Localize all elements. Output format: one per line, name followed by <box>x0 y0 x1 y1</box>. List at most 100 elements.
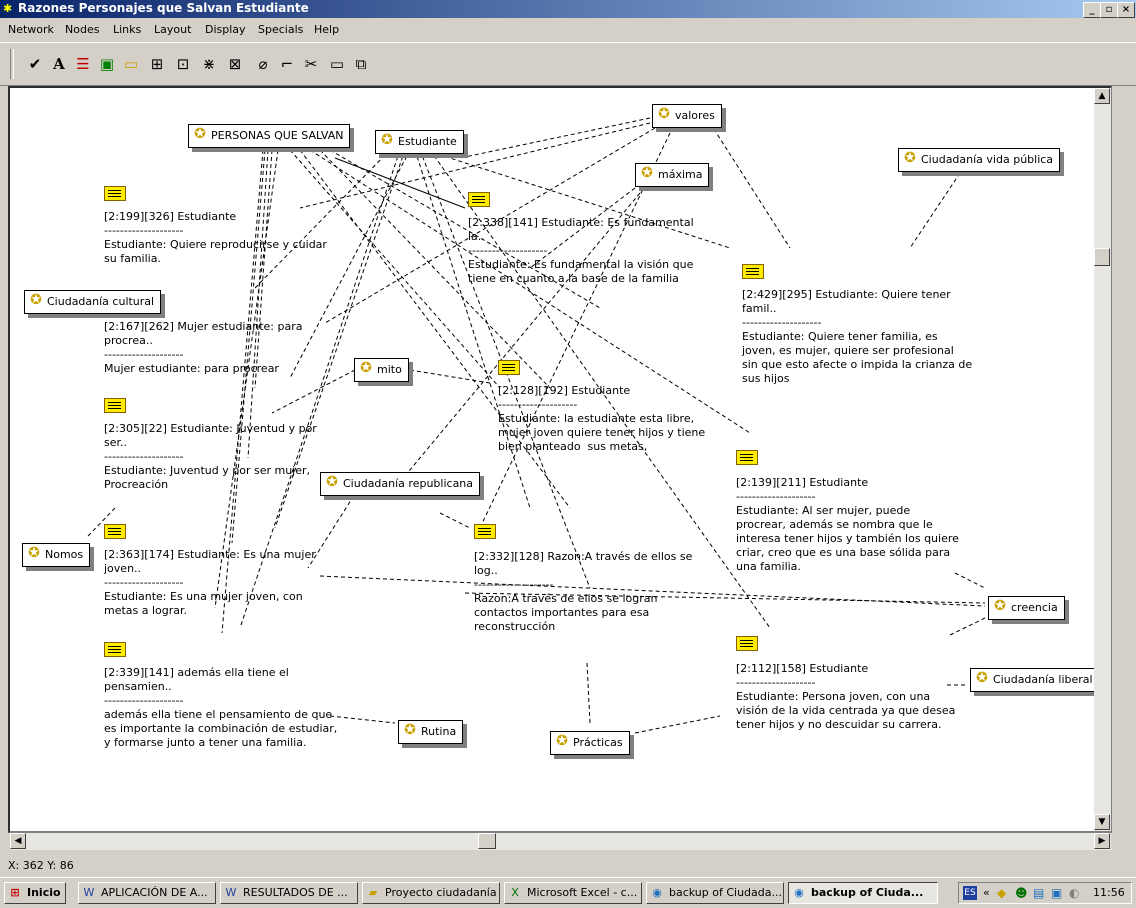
code-creencia[interactable]: ✪ creencia <box>988 596 1065 620</box>
maximize-button[interactable]: ▫ <box>1100 2 1118 18</box>
tray-app-icon[interactable]: ◆ <box>997 886 1006 900</box>
node-display-icon[interactable]: ▣ <box>96 53 118 75</box>
code-icon: ✪ <box>194 126 206 142</box>
memo-2-199[interactable]: [2:199][326] Estudiante ----------------… <box>104 210 327 266</box>
code-ciudadania-cultural[interactable]: ✪ Ciudadanía cultural <box>24 290 162 314</box>
minimize-button[interactable]: _ <box>1083 2 1101 18</box>
memo-2-363[interactable]: [2:363][174] Estudiante: Es una mujer jo… <box>104 548 316 618</box>
memo-2-332[interactable]: [2:332][128] Razon:A través de ellos se … <box>474 550 692 634</box>
code-icon: ✪ <box>556 733 568 749</box>
memo-2-339[interactable]: [2:339][141] además ella tiene el pensam… <box>104 666 337 750</box>
atlasti-icon: ◉ <box>794 886 804 899</box>
start-button[interactable]: ⊞ Inicio <box>4 882 66 904</box>
windows-logo-icon: ⊞ <box>10 886 20 899</box>
code-practicas[interactable]: ✪ Prácticas <box>550 731 630 755</box>
memo-2-128[interactable]: [2:128][192] Estudiante ----------------… <box>498 384 705 454</box>
memo-icon[interactable] <box>104 524 126 539</box>
color-bars-icon[interactable]: ☰ <box>72 53 94 75</box>
memo-icon[interactable] <box>104 398 126 413</box>
check-icon[interactable]: ✔ <box>24 53 46 75</box>
code-icon: ✪ <box>994 598 1006 614</box>
title-bar[interactable]: ✱ Razones Personajes que Salvan Estudian… <box>0 0 1136 18</box>
task-resultados[interactable]: W RESULTADOS DE ... <box>220 882 358 904</box>
menu-nodes[interactable]: Nodes <box>65 23 99 36</box>
memo-2-429[interactable]: [2:429][295] Estudiante: Quiere tener fa… <box>742 288 972 386</box>
text-icon[interactable]: A <box>48 53 70 75</box>
menu-help[interactable]: Help <box>314 23 339 36</box>
system-tray: ES « ◆ ☻ ▤ ▣ ◐ 11:56 <box>958 882 1132 904</box>
task-backup-1[interactable]: ◉ backup of Ciudada... <box>646 882 784 904</box>
memo-icon[interactable] <box>498 360 520 375</box>
scroll-down-icon[interactable]: ▼ <box>1094 814 1110 830</box>
memo-icon[interactable] <box>742 264 764 279</box>
task-backup-2[interactable]: ◉ backup of Ciuda... <box>788 882 938 904</box>
memo-2-112[interactable]: [2:112][158] Estudiante ----------------… <box>736 662 955 732</box>
menu-links[interactable]: Links <box>113 23 141 36</box>
code-ciudadania-liberal[interactable]: ✪ Ciudadanía liberal <box>970 668 1100 692</box>
menu-specials[interactable]: Specials <box>258 23 303 36</box>
layout-cluster-icon[interactable]: ⊠ <box>224 53 246 75</box>
tray-network-icon[interactable]: ▤ <box>1033 886 1044 900</box>
tray-expand-icon[interactable]: « <box>983 886 990 899</box>
status-bar: X: 362 Y: 86 <box>0 857 1136 875</box>
code-ciudadania-republicana[interactable]: ✪ Ciudadanía republicana <box>320 472 481 496</box>
code-ciudadania-vida-publica[interactable]: ✪ Ciudadanía vida pública <box>898 148 1061 172</box>
memo-icon[interactable] <box>736 636 758 651</box>
network-canvas[interactable]: ✪ PERSONAS QUE SALVAN ✪ Estudiante ✪ valore… <box>8 86 1112 833</box>
cursor-coordinates: X: 362 Y: 86 <box>8 859 74 872</box>
network-icon: ✱ <box>3 2 13 15</box>
horizontal-scroll-thumb[interactable] <box>478 833 496 849</box>
menu-network[interactable]: Network <box>8 23 54 36</box>
code-rutina[interactable]: ✪ Rutina <box>398 720 464 744</box>
link-connector-icon[interactable]: ⌐ <box>276 53 298 75</box>
word-icon: W <box>83 886 95 899</box>
memo-2-305[interactable]: [2:305][22] Estudiante: Juventud y por s… <box>104 422 317 492</box>
code-icon: ✪ <box>360 360 372 376</box>
window-title: Razones Personajes que Salvan Estudiante <box>18 1 309 15</box>
horizontal-scrollbar[interactable]: ◀ ▶ <box>10 833 1111 850</box>
scroll-up-icon[interactable]: ▲ <box>1094 88 1110 104</box>
scroll-left-icon[interactable]: ◀ <box>10 833 26 849</box>
copy-network-icon[interactable]: ⧉ <box>350 53 372 75</box>
code-icon: ✪ <box>326 474 338 490</box>
task-proyecto[interactable]: ▰ Proyecto ciudadanía <box>362 882 500 904</box>
folder-icon: ▰ <box>368 886 378 899</box>
memo-icon[interactable] <box>474 524 496 539</box>
tray-user-icon[interactable]: ☻ <box>1015 886 1028 900</box>
memo-2-139[interactable]: [2:139][211] Estudiante ----------------… <box>736 476 959 574</box>
code-valores[interactable]: ✪ valores <box>652 104 722 128</box>
language-indicator[interactable]: ES <box>963 886 977 900</box>
scroll-right-icon[interactable]: ▶ <box>1094 833 1110 849</box>
memo-icon[interactable] <box>736 450 758 465</box>
clock[interactable]: 11:56 <box>1093 886 1125 899</box>
menu-display[interactable]: Display <box>205 23 246 36</box>
code-icon: ✪ <box>30 292 42 308</box>
eraser-icon[interactable]: ⌀ <box>252 53 274 75</box>
tray-volume-icon[interactable]: ◐ <box>1069 886 1079 900</box>
code-personas-que-salvan[interactable]: ✪ PERSONAS QUE SALVAN <box>188 124 351 148</box>
tray-monitor-icon[interactable]: ▣ <box>1051 886 1062 900</box>
task-excel[interactable]: X Microsoft Excel - c... <box>504 882 642 904</box>
rectangle-icon[interactable]: ▭ <box>120 53 142 75</box>
vertical-scrollbar[interactable]: ▲ ▼ <box>1094 88 1111 831</box>
memo-2-338[interactable]: [2:338][141] Estudiante: Es fundamental … <box>468 216 694 286</box>
code-maxima[interactable]: ✪ máxima <box>635 163 710 187</box>
taskbar: ⊞ Inicio W APLICACIÓN DE A... W RESULTADOS … <box>0 877 1136 908</box>
close-button[interactable]: × <box>1117 2 1135 18</box>
preview-icon[interactable]: ▭ <box>326 53 348 75</box>
code-mito[interactable]: ✪ mito <box>354 358 409 382</box>
task-aplicacion[interactable]: W APLICACIÓN DE A... <box>78 882 216 904</box>
vertical-scroll-thumb[interactable] <box>1094 248 1110 266</box>
menu-layout[interactable]: Layout <box>154 23 191 36</box>
code-icon: ✪ <box>658 106 670 122</box>
layout-tree-icon[interactable]: ⊞ <box>146 53 168 75</box>
cut-icon[interactable]: ✂ <box>300 53 322 75</box>
memo-icon[interactable] <box>104 186 126 201</box>
code-estudiante[interactable]: ✪ Estudiante <box>375 130 464 154</box>
memo-icon[interactable] <box>104 642 126 657</box>
memo-2-167[interactable]: [2:167][262] Mujer estudiante: para proc… <box>104 320 302 376</box>
layout-spread-icon[interactable]: ⋇ <box>198 53 220 75</box>
layout-grid-icon[interactable]: ⊡ <box>172 53 194 75</box>
code-nomos[interactable]: ✪ Nomos <box>22 543 91 567</box>
memo-icon[interactable] <box>468 192 490 207</box>
